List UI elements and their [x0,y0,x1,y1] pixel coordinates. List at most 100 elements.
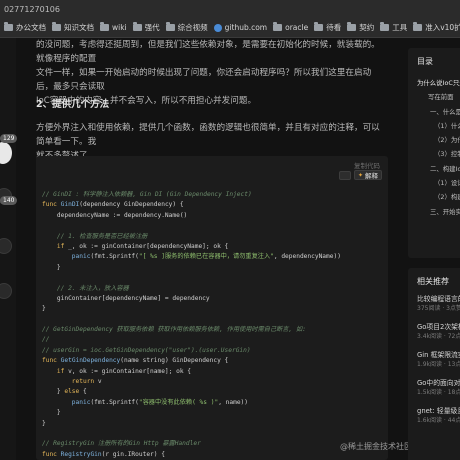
code-lines: // GinDI : 科学静注入依赖器, Gin DI (Gin Depende… [42,190,384,460]
code-token: panic [42,398,91,406]
star-icon[interactable] [0,238,12,254]
code-token: (name string) GinDependency { [120,357,229,365]
code-line: } [42,304,384,314]
code-token: } [42,409,61,417]
toc-item[interactable]: 为什么说IoC只是 [408,76,460,90]
section-heading: 2、提供几个方法 [36,99,110,110]
toc-item[interactable]: 二、构建IoC容器 [408,162,460,176]
paragraph-line: 的没问题，考虑得还挺周到，但是我们这些依赖对象，是需要在初始化的时候，就装载的。… [36,40,380,64]
recommendation-item[interactable]: 比较编程语言的 375阅读 · 3点赞 [417,294,460,322]
code-token: } [42,305,46,313]
share-icon[interactable] [0,283,12,299]
code-token: RegistryGin [60,450,102,458]
code-comment-line: // userGin = ioc.GetGinDependency("user"… [42,346,251,354]
code-token: GinDI [60,201,80,209]
code-token: "容器中没有此依赖( %s )" [138,398,219,406]
folder-icon [273,22,283,31]
toc-item[interactable]: 三、开始实现IoC [408,205,460,219]
code-token: func [42,357,61,365]
bookmark-item[interactable]: oracle [273,22,309,32]
bookmark-item[interactable]: 工具 [380,22,407,33]
folder-icon [347,22,357,31]
recommendation-title: gnet: 轻量级且 [417,407,460,415]
author-avatar[interactable] [0,142,12,164]
explain-button[interactable]: ✦ 解释 [353,170,382,180]
address-bar[interactable]: 02771270106 [0,0,460,18]
recommendation-meta: 3.4k阅读 · 72点赞 [417,333,460,340]
folder-icon [165,22,175,31]
recommendation-meta: 375阅读 · 3点赞 [417,305,460,312]
left-action-bar: 129 140 [0,38,18,460]
code-line: panic(fmt.Sprintf("容器中没有此依赖( %s )", name… [42,398,384,408]
bookmark-item[interactable]: 准入v10扩展包 [413,22,460,33]
bookmark-item[interactable]: 办公文档 [4,22,46,33]
folder-icon [132,22,142,31]
rec-title: 相关推荐 [417,277,449,286]
url-text: 02771270106 [4,4,60,14]
bookmark-item[interactable]: github.com [213,23,267,32]
toc-item[interactable]: （3）控制反转 [408,147,460,161]
code-token: (fmt.Sprintf( [90,398,139,406]
code-token: _, ok := ginContainer[dependencyName]; o… [68,242,229,250]
bookmark-item[interactable]: 强代 [132,22,160,33]
toc-item[interactable]: （2）为什么要 [408,133,460,147]
code-line: func RegistryGin(r gin.IRouter) { [42,450,384,460]
bookmark-label: 综合视频 [177,23,208,32]
bookmark-label: 办公文档 [16,23,46,32]
related-recommendations: 相关推荐 比较编程语言的 375阅读 · 3点赞 Go项目2次架构 3.4k阅读 · … [408,268,460,460]
code-line: return v [42,377,384,387]
article-content: 的没问题，考虑得还挺周到，但是我们这些依赖对象，是需要在初始化的时候，就装载的。… [26,38,396,460]
bookmark-label: 知识文档 [64,23,94,32]
folder-icon [4,22,13,31]
recommendation-meta: 1.5k阅读 · 18点赞 [417,389,460,396]
recommendation-item[interactable]: Go中的面向对象 1.5k阅读 · 18点赞 [417,378,460,406]
toc-item[interactable]: 一、什么是IoC [408,105,460,119]
recommendation-meta: 1.9k阅读 · 13点赞 [417,361,460,368]
code-line: } [42,408,384,418]
paragraph-line: 方便外界注入和使用依赖，提供几个函数，函数的逻辑也很简单，并且有对应的注释，可以… [36,123,380,147]
code-token: (fmt.Sprintf( [90,253,139,261]
recommendation-item[interactable]: gnet: 轻量级且 1.6k阅读 · 44点赞 [417,406,460,434]
code-token: return [42,378,98,386]
recommendation-title: 比较编程语言的 [417,295,460,303]
table-of-contents: 目录 为什么说IoC只是写在前面一、什么是IoC（1）什么是IoC（2）为什么要… [408,48,460,258]
recommendation-item[interactable]: Go项目2次架构 3.4k阅读 · 72点赞 [417,322,460,350]
code-token: , name)) [218,398,248,406]
code-token: else [64,388,80,396]
bookmark-item[interactable]: 契约 [347,22,374,33]
code-token: func [42,450,61,458]
bookmark-item[interactable]: 待看 [314,22,341,33]
recommendation-title: Go项目2次架构 [417,323,460,331]
bookmarks-bar: 办公文档 知识文档 wiki 强代 综合视频 github.com oracle 待看 契约 工具… [0,18,460,38]
code-token: if [42,242,69,250]
copy-icon[interactable] [338,170,351,180]
copy-code-link[interactable]: 复制代码 [354,160,380,170]
code-block: 复制代码 ✦ 解释 // GinDI : 科学静注入依赖器, Gin DI (G… [36,156,388,460]
code-token: (dependency GinDependency) { [79,201,184,209]
recommendation-title: Gin 框架限流实 [417,351,460,359]
bookmark-item[interactable]: wiki [100,22,127,32]
toc-item[interactable]: （1）设计需求 [408,176,460,190]
code-token: v [97,378,102,386]
globe-icon [213,23,222,32]
code-line: } else { [42,387,384,397]
bookmark-item[interactable]: 综合视频 [165,22,208,33]
bookmark-label: oracle [285,23,309,32]
code-token: ginContainer[dependencyName] = dependenc… [42,294,210,302]
toc-item[interactable]: （2）构建IoC [408,190,460,204]
toc-item[interactable]: （1）什么是IoC [408,119,460,133]
code-token: dependencyName := dependency.Name() [42,211,188,219]
toc-item[interactable]: 写在前面 [408,90,460,104]
code-line: dependencyName := dependency.Name() [42,211,384,221]
bookmark-label: 待看 [326,23,342,32]
code-token: panic [42,253,91,261]
code-token: "[ %s ]服务的依赖已在容器中，请勿重复注入" [138,253,274,261]
bookmark-item[interactable]: 知识文档 [52,22,94,33]
code-comment-line: // [42,336,50,344]
folder-icon [100,22,109,31]
code-comment-line: // 2. 未注入，放入容器 [42,284,129,292]
code-line: if _, ok := ginContainer[dependencyName]… [42,242,384,252]
recommendation-item[interactable]: Gin 框架限流实 1.9k阅读 · 13点赞 [417,350,460,378]
